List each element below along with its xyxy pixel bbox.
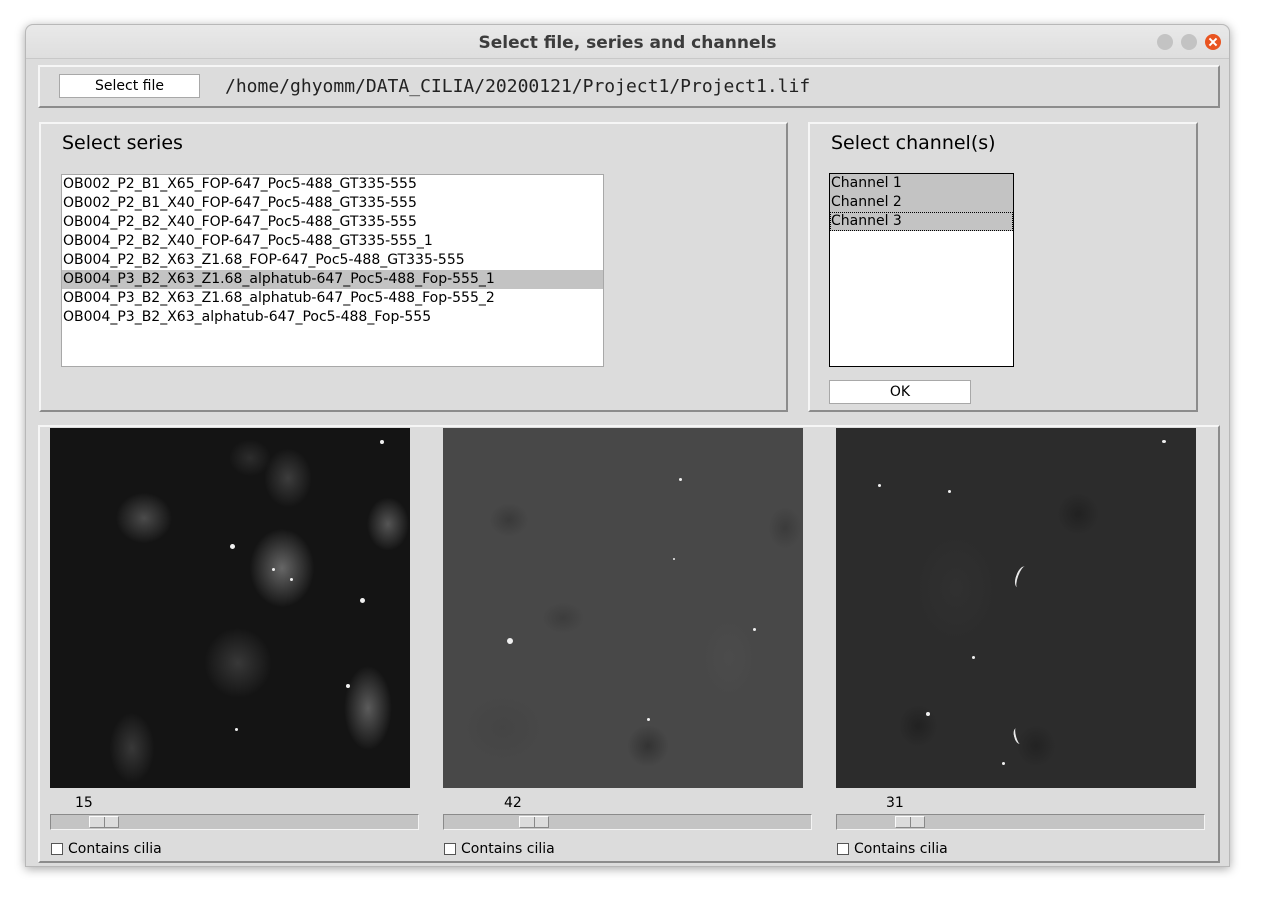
series-heading: Select series <box>62 132 183 154</box>
series-item[interactable]: OB002_P2_B1_X40_FOP-647_Poc5-488_GT335-5… <box>62 194 603 213</box>
channel-panel: Select channel(s) Channel 1 Channel 2 Chan… <box>808 122 1198 412</box>
series-item[interactable]: OB004_P2_B2_X63_Z1.68_FOP-647_Poc5-488_G… <box>62 251 603 270</box>
channel-1-image <box>50 428 410 788</box>
series-panel: Select series OB002_P2_B1_X65_FOP-647_Po… <box>39 122 788 412</box>
channel-item[interactable]: Channel 3 <box>830 212 1013 231</box>
channel-item[interactable]: Channel 2 <box>830 193 1013 212</box>
series-listbox[interactable]: OB002_P2_B1_X65_FOP-647_Poc5-488_GT335-5… <box>61 174 604 367</box>
series-item[interactable]: OB004_P3_B2_X63_alphatub-647_Poc5-488_Fo… <box>62 308 603 327</box>
z-slider-3[interactable] <box>836 814 1205 830</box>
series-item[interactable]: OB002_P2_B1_X65_FOP-647_Poc5-488_GT335-5… <box>62 175 603 194</box>
channel-heading: Select channel(s) <box>831 132 996 154</box>
channel-2-image <box>443 428 803 788</box>
contains-cilia-label-2: Contains cilia <box>461 841 555 857</box>
channel-item[interactable]: Channel 1 <box>830 174 1013 193</box>
z-slider-1[interactable] <box>50 814 419 830</box>
minimize-button[interactable] <box>1157 34 1173 50</box>
file-path: /home/ghyomm/DATA_CILIA/20200121/Project… <box>225 76 811 97</box>
z-slider-2[interactable] <box>443 814 812 830</box>
contains-cilia-checkbox-1[interactable] <box>51 843 63 855</box>
close-button[interactable] <box>1205 34 1221 50</box>
maximize-button[interactable] <box>1181 34 1197 50</box>
channel-3-image <box>836 428 1196 788</box>
slider-value-2: 42 <box>504 795 522 811</box>
contains-cilia-label-3: Contains cilia <box>854 841 948 857</box>
slider-thumb-3[interactable] <box>895 816 925 828</box>
slider-value-1: 15 <box>75 795 93 811</box>
select-file-button[interactable]: Select file <box>59 74 200 98</box>
series-item[interactable]: OB004_P2_B2_X40_FOP-647_Poc5-488_GT335-5… <box>62 213 603 232</box>
contains-cilia-label-1: Contains cilia <box>68 841 162 857</box>
slider-thumb-2[interactable] <box>519 816 549 828</box>
viewers-panel: 15 Contains cilia 42 Contains cilia 31 C… <box>38 425 1220 863</box>
contains-cilia-checkbox-3[interactable] <box>837 843 849 855</box>
title-bar[interactable]: Select file, series and channels <box>26 25 1229 59</box>
file-panel: Select file /home/ghyomm/DATA_CILIA/2020… <box>38 65 1220 108</box>
contains-cilia-checkbox-2[interactable] <box>444 843 456 855</box>
dialog-window: Select file, series and channels Select … <box>25 24 1230 867</box>
series-item[interactable]: OB004_P2_B2_X40_FOP-647_Poc5-488_GT335-5… <box>62 232 603 251</box>
slider-value-3: 31 <box>886 795 904 811</box>
series-item[interactable]: OB004_P3_B2_X63_Z1.68_alphatub-647_Poc5-… <box>62 270 603 289</box>
ok-button[interactable]: OK <box>829 380 971 404</box>
series-item[interactable]: OB004_P3_B2_X63_Z1.68_alphatub-647_Poc5-… <box>62 289 603 308</box>
window-title: Select file, series and channels <box>478 33 777 53</box>
slider-thumb-1[interactable] <box>89 816 119 828</box>
channel-listbox[interactable]: Channel 1 Channel 2 Channel 3 <box>829 173 1014 367</box>
